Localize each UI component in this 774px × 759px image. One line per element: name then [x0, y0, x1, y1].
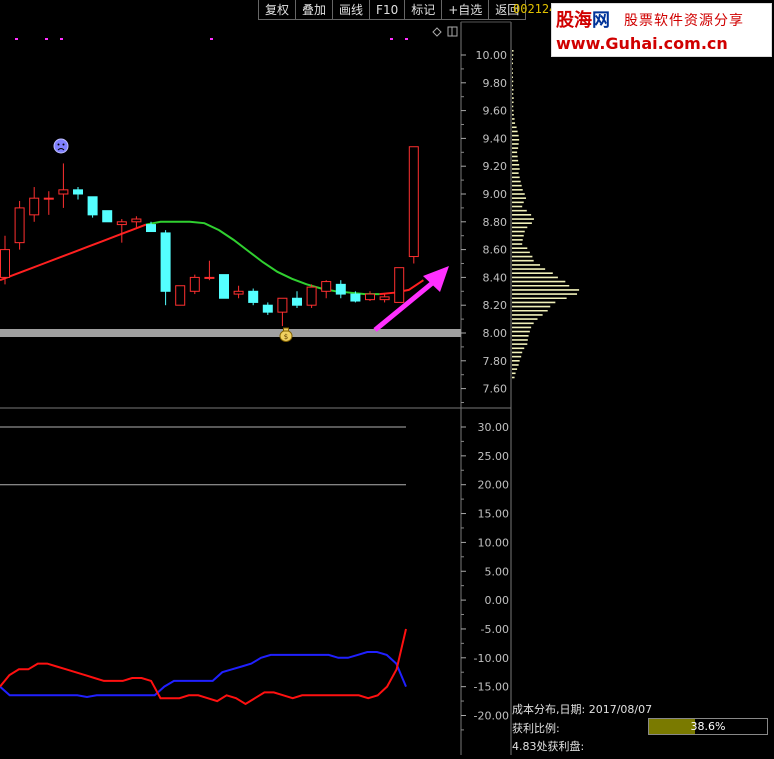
candle-body-up — [277, 297, 288, 313]
draw-line-button[interactable]: 画线 — [333, 0, 371, 20]
price-tick-label: 9.00 — [483, 188, 508, 201]
candle-body-down — [102, 210, 113, 223]
candle-body-down — [350, 293, 361, 302]
price-tick-label: 9.20 — [483, 160, 508, 173]
candle-body-up — [306, 286, 317, 306]
candle-body-up — [379, 296, 390, 301]
candle-body-up — [394, 267, 405, 303]
osc-tick-label: 5.00 — [485, 565, 510, 578]
fuquan-button[interactable]: 复权 — [258, 0, 297, 20]
osc-tick-label: 25.00 — [478, 450, 510, 463]
candle-body-down — [335, 283, 346, 295]
price-tick-label: 8.20 — [483, 299, 508, 312]
price-tick-label: 9.40 — [483, 132, 508, 145]
f10-button[interactable]: F10 — [370, 0, 406, 20]
osc-tick-label: 20.00 — [478, 479, 510, 492]
diamond-icon[interactable] — [432, 27, 442, 37]
candle-body-up — [321, 281, 332, 292]
price-tick-label: 7.80 — [483, 355, 508, 368]
candle-body-up — [204, 276, 215, 279]
chart-canvas: 10.00 9.80 9.60 9.40 9.20 9.00 8.80 8.60 8.40 8.2… — [0, 21, 580, 755]
osc-series-line — [0, 628, 407, 706]
candle-body-down — [262, 304, 273, 313]
overlay-button[interactable]: 叠加 — [296, 0, 334, 20]
oscillator-reference-lines — [0, 426, 406, 486]
price-tick-label: 8.40 — [483, 271, 508, 284]
candle-body-up — [175, 285, 186, 306]
candle-body-up — [58, 189, 69, 195]
osc-series-line — [0, 651, 407, 699]
add-watchlist-button[interactable]: +自选 — [442, 0, 490, 20]
profit-ratio-bar: 38.6% — [648, 718, 768, 735]
candle-body-up — [365, 293, 375, 301]
osc-tick-label: -5.00 — [481, 623, 509, 636]
candle-body-up — [43, 197, 54, 200]
candle-body-up — [189, 276, 200, 292]
osc-tick-label: -10.00 — [474, 652, 509, 665]
price-tick-label: 8.80 — [483, 216, 508, 229]
candle-body-down — [73, 189, 83, 195]
candle-body-down — [219, 274, 229, 299]
toolbar: 复权 叠加 画线 F10 标记 +自选 返回 — [258, 0, 527, 20]
price-tick-label: 9.80 — [483, 77, 508, 90]
sad-face-icon — [53, 138, 69, 154]
osc-tick-label: -20.00 — [474, 710, 509, 723]
stock-code: 002124 — [513, 2, 557, 16]
logo-title-cn: 股海 — [556, 10, 592, 31]
cost-date-label: 成本分布,日期: 2017/08/07 — [512, 703, 653, 716]
price-tick-label: 8.60 — [483, 244, 508, 257]
price-tick-label: 8.00 — [483, 327, 508, 340]
candle-body-down — [292, 297, 302, 306]
candle-body-up — [116, 221, 127, 226]
mark-button[interactable]: 标记 — [405, 0, 443, 20]
candle-body-up — [131, 218, 142, 223]
moving-average-lines — [0, 220, 424, 296]
price-tick-label: 10.00 — [476, 49, 508, 62]
osc-tick-label: 0.00 — [485, 594, 510, 607]
candle-body-down — [248, 290, 259, 303]
candle-body-up — [408, 146, 419, 258]
price-axis: 10.00 9.80 9.60 9.40 9.20 9.00 8.80 8.60 8.40 8.2… — [461, 49, 507, 403]
oscillator-lines — [0, 628, 407, 706]
candlesticks — [0, 146, 419, 327]
osc-tick-label: -15.00 — [474, 681, 509, 694]
profit-ratio-value: 38.6% — [690, 720, 726, 733]
osc-tick-label: 30.00 — [478, 421, 510, 434]
svg-text:$: $ — [284, 333, 288, 341]
logo-url: www.Guhai.com.cn — [556, 34, 728, 53]
kline-window: 10.00 9.80 9.60 9.40 9.20 9.00 8.80 8.60 8.40 8.2… — [0, 0, 774, 755]
logo-title-net: 网 — [592, 10, 610, 31]
candle-body-up — [0, 249, 10, 278]
oscillator-axis: 30.00 25.00 20.00 15.00 10.00 5.00 0.00 -5.00 -1… — [461, 421, 510, 731]
candle-body-down — [160, 232, 171, 292]
price-tick-label: 9.60 — [483, 105, 508, 118]
osc-tick-label: 15.00 — [478, 508, 510, 521]
profit-ratio-label: 获利比例: — [512, 722, 560, 735]
logo-slogan: 股票软件资源分享 — [624, 13, 744, 29]
ma-line-green — [145, 220, 380, 296]
candle-body-down — [87, 196, 98, 216]
support-band — [0, 329, 461, 337]
cost-distribution-bars — [512, 50, 580, 379]
logo-title: 股海网 — [556, 6, 610, 32]
signal-markers — [15, 38, 408, 40]
candle-body-up — [14, 207, 25, 244]
candle-body-down — [146, 224, 156, 233]
osc-tick-label: 10.00 — [478, 536, 510, 549]
site-logo: 股海网 股票软件资源分享 www.Guhai.com.cn — [551, 3, 772, 57]
candle-body-up — [29, 197, 40, 216]
candle-body-up — [233, 290, 244, 295]
window-icon[interactable] — [447, 26, 458, 37]
price-tick-label: 7.60 — [483, 383, 508, 396]
profit-at-price-label: 4.83处获利盘: — [512, 740, 585, 753]
